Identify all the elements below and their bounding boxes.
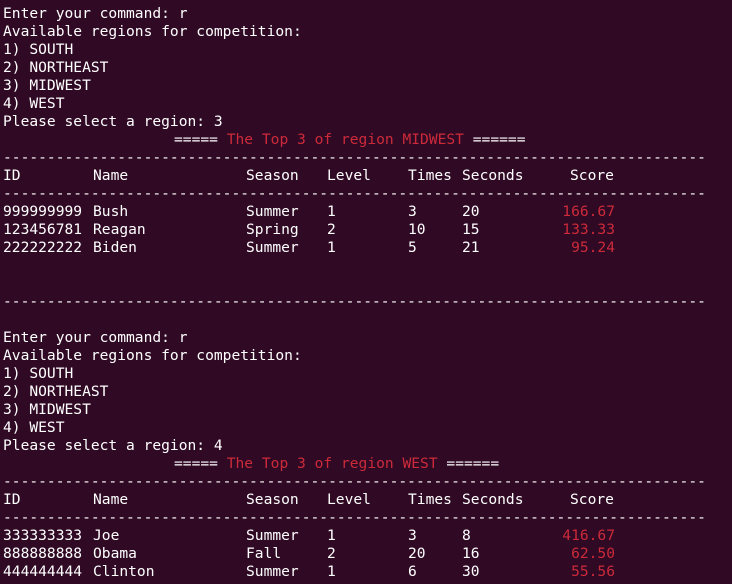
cell-seconds: 30	[462, 563, 480, 580]
table-separator: ----------------------------------------…	[3, 185, 706, 202]
header-name: Name	[93, 167, 129, 184]
cell-name: Biden	[93, 239, 137, 256]
cell-times: 5	[408, 239, 417, 256]
header-season: Season	[246, 167, 299, 184]
region-option-south: 1) SOUTH	[3, 41, 74, 58]
cell-level: 2	[327, 545, 336, 562]
cell-name: Obama	[93, 545, 137, 562]
region-option-west: 4) WEST	[3, 95, 65, 112]
region-option-west: 4) WEST	[3, 419, 65, 436]
header-id: ID	[3, 167, 21, 184]
table-separator: ----------------------------------------…	[3, 293, 706, 310]
header-level: Level	[327, 491, 371, 508]
results-banner: ===== The Top 3 of region MIDWEST ======	[3, 131, 732, 149]
region-option-midwest: 3) MIDWEST	[3, 401, 91, 418]
cell-score: 55.56	[571, 563, 615, 580]
table-separator: ----------------------------------------…	[3, 473, 706, 490]
banner-right-rule: ======	[446, 455, 500, 472]
terminal-window[interactable]: Enter your command: r Available regions …	[0, 0, 732, 584]
table-header-row: ID Name Season Level Times Seconds Score	[3, 491, 732, 509]
regions-header: Available regions for competition:	[3, 23, 302, 40]
banner-right-rule: ======	[472, 131, 526, 148]
cell-season: Summer	[246, 239, 299, 256]
table-header-row: ID Name Season Level Times Seconds Score	[3, 167, 732, 185]
cell-season: Summer	[246, 563, 299, 580]
cell-seconds: 16	[462, 545, 480, 562]
cell-season: Spring	[246, 221, 299, 238]
cell-season: Fall	[246, 545, 282, 562]
header-seconds: Seconds	[462, 491, 524, 508]
region-option-northeast: 2) NORTHEAST	[3, 59, 109, 76]
banner-left-rule: =====	[174, 131, 218, 148]
cell-level: 2	[327, 221, 336, 238]
cell-score: 133.33	[562, 221, 615, 238]
cell-id: 333333333	[3, 527, 83, 544]
table-row: 123456781 Reagan Spring 2 10 15 133.33	[3, 221, 732, 239]
cell-season: Summer	[246, 527, 299, 544]
cell-seconds: 15	[462, 221, 480, 238]
cell-seconds: 21	[462, 239, 480, 256]
table-row: 444444444 Clinton Summer 1 6 30 55.56	[3, 563, 732, 581]
select-region-prompt: Please select a region: 4	[3, 437, 223, 454]
header-level: Level	[327, 167, 371, 184]
header-seconds: Seconds	[462, 167, 524, 184]
table-separator: ----------------------------------------…	[3, 149, 706, 166]
cell-name: Bush	[93, 203, 129, 220]
command-prompt-line: Enter your command: r	[3, 329, 188, 346]
cell-level: 1	[327, 563, 336, 580]
banner-title: The Top 3 of region WEST	[226, 455, 438, 472]
header-times: Times	[408, 491, 452, 508]
regions-header: Available regions for competition:	[3, 347, 302, 364]
header-name: Name	[93, 491, 129, 508]
cell-level: 1	[327, 527, 336, 544]
cell-id: 222222222	[3, 239, 83, 256]
cell-seconds: 8	[462, 527, 471, 544]
cell-id: 444444444	[3, 563, 83, 580]
cell-season: Summer	[246, 203, 299, 220]
region-option-midwest: 3) MIDWEST	[3, 77, 91, 94]
table-row: 999999999 Bush Summer 1 3 20 166.67	[3, 203, 732, 221]
select-region-prompt: Please select a region: 3	[3, 113, 223, 130]
table-row: 888888888 Obama Fall 2 20 16 62.50	[3, 545, 732, 563]
cell-times: 3	[408, 203, 417, 220]
table-separator: ----------------------------------------…	[3, 509, 706, 526]
cell-score: 95.24	[571, 239, 615, 256]
cell-id: 888888888	[3, 545, 83, 562]
banner-left-rule: =====	[174, 455, 218, 472]
cell-score: 416.67	[562, 527, 615, 544]
cell-score: 62.50	[571, 545, 615, 562]
header-times: Times	[408, 167, 452, 184]
banner-title: The Top 3 of region MIDWEST	[226, 131, 464, 148]
cell-seconds: 20	[462, 203, 480, 220]
cell-level: 1	[327, 239, 336, 256]
results-banner: ===== The Top 3 of region WEST ======	[3, 455, 732, 473]
table-row: 333333333 Joe Summer 1 3 8 416.67	[3, 527, 732, 545]
table-row: 222222222 Biden Summer 1 5 21 95.24	[3, 239, 732, 257]
header-score: Score	[570, 167, 614, 184]
cell-score: 166.67	[562, 203, 615, 220]
header-score: Score	[570, 491, 614, 508]
cell-level: 1	[327, 203, 336, 220]
cell-name: Joe	[93, 527, 120, 544]
cell-times: 3	[408, 527, 417, 544]
cell-times: 20	[408, 545, 426, 562]
region-option-south: 1) SOUTH	[3, 365, 74, 382]
cell-id: 123456781	[3, 221, 83, 238]
cell-name: Clinton	[93, 563, 155, 580]
cell-times: 10	[408, 221, 426, 238]
cell-times: 6	[408, 563, 417, 580]
region-option-northeast: 2) NORTHEAST	[3, 383, 109, 400]
header-season: Season	[246, 491, 299, 508]
command-prompt-line: Enter your command: r	[3, 5, 188, 22]
cell-name: Reagan	[93, 221, 146, 238]
header-id: ID	[3, 491, 21, 508]
cell-id: 999999999	[3, 203, 83, 220]
